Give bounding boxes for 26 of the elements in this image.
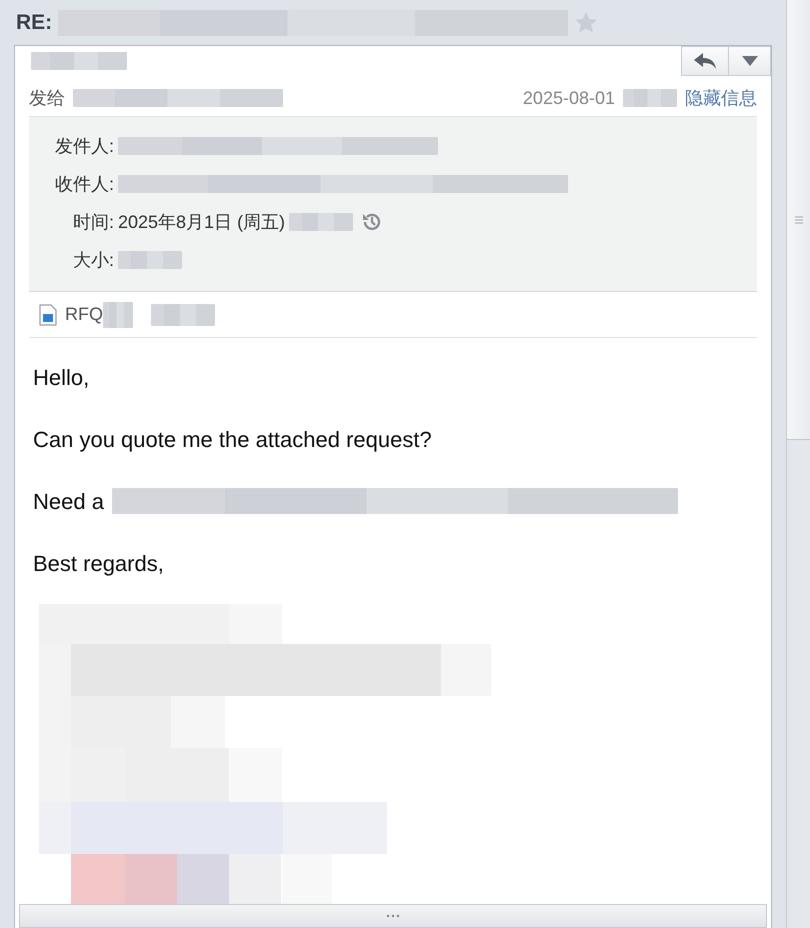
scrollbar-thumb[interactable] [787, 0, 810, 440]
body-text: Need a [33, 488, 104, 516]
body-text: Best regards, [33, 550, 164, 578]
subject-prefix: RE: [16, 10, 52, 34]
body-text: Hello, [33, 364, 90, 392]
body-text: Can you quote me the attached request? [33, 426, 432, 454]
field-label: 发件人: [54, 134, 115, 158]
grip-icon [794, 214, 804, 224]
reply-icon [693, 52, 717, 70]
field-label: 大小: [72, 248, 115, 272]
redacted-text [623, 89, 677, 107]
recipient-label: 发给 [29, 86, 65, 110]
reply-button[interactable] [681, 46, 729, 76]
file-icon [39, 304, 57, 326]
attachment-name[interactable]: RFQ [65, 301, 103, 328]
date-text: 2025-08-01 [522, 86, 615, 110]
dots-icon [386, 914, 400, 918]
redacted-text [103, 302, 133, 328]
dropdown-button[interactable] [729, 46, 771, 76]
field-value: 2025年8月1日 (周五) [118, 210, 286, 234]
redacted-text [151, 304, 215, 326]
field-label: 时间: [72, 210, 115, 234]
caret-icon [742, 55, 758, 67]
expand-bar[interactable] [19, 904, 767, 928]
field-label: 收件人: [54, 172, 115, 196]
hide-details-link[interactable]: 隐藏信息 [685, 84, 757, 112]
